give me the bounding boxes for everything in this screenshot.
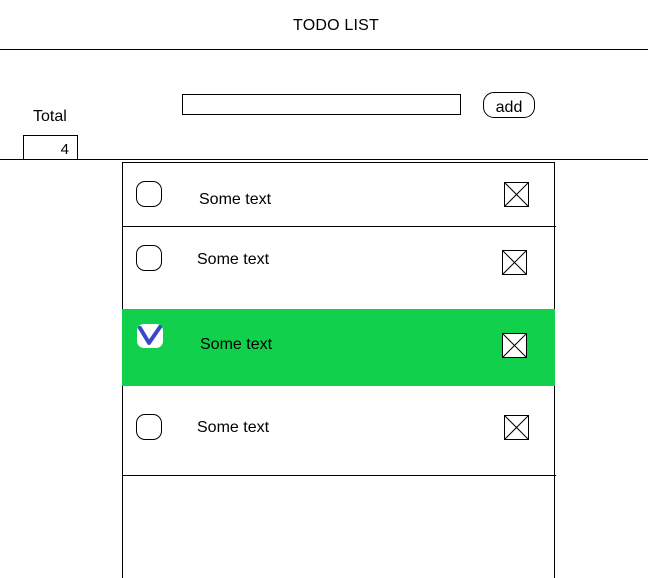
circle-checkbox-icon[interactable] (136, 245, 162, 271)
todo-item-text: Some text (200, 336, 273, 353)
add-button[interactable]: add (483, 92, 535, 118)
circle-checkbox-icon[interactable] (136, 181, 162, 207)
delete-x-box-icon[interactable] (502, 250, 527, 275)
header-divider (0, 49, 648, 50)
circle-checkbox-icon[interactable] (136, 414, 162, 440)
todo-item: Some text (123, 227, 554, 309)
page-title: TODO LIST (293, 17, 379, 34)
total-label: Total (33, 108, 67, 125)
todo-input[interactable] (182, 94, 461, 115)
toolbar-divider (0, 159, 648, 160)
delete-x-box-icon[interactable] (504, 415, 529, 440)
todo-item: Some text (123, 163, 554, 226)
delete-x-box-icon[interactable] (502, 333, 527, 358)
todo-item: Some text (123, 386, 554, 475)
delete-x-box-icon[interactable] (504, 182, 529, 207)
todo-item-text: Some text (197, 419, 270, 436)
total-count: 4 (23, 135, 78, 160)
todo-item-text: Some text (199, 191, 272, 208)
row-divider (123, 475, 556, 476)
todo-item-text: Some text (197, 251, 270, 268)
todo-list: Some text Some text Some text Some text (122, 162, 556, 578)
check-mark-icon[interactable] (137, 324, 163, 348)
todo-item-done: Some text (122, 309, 555, 386)
